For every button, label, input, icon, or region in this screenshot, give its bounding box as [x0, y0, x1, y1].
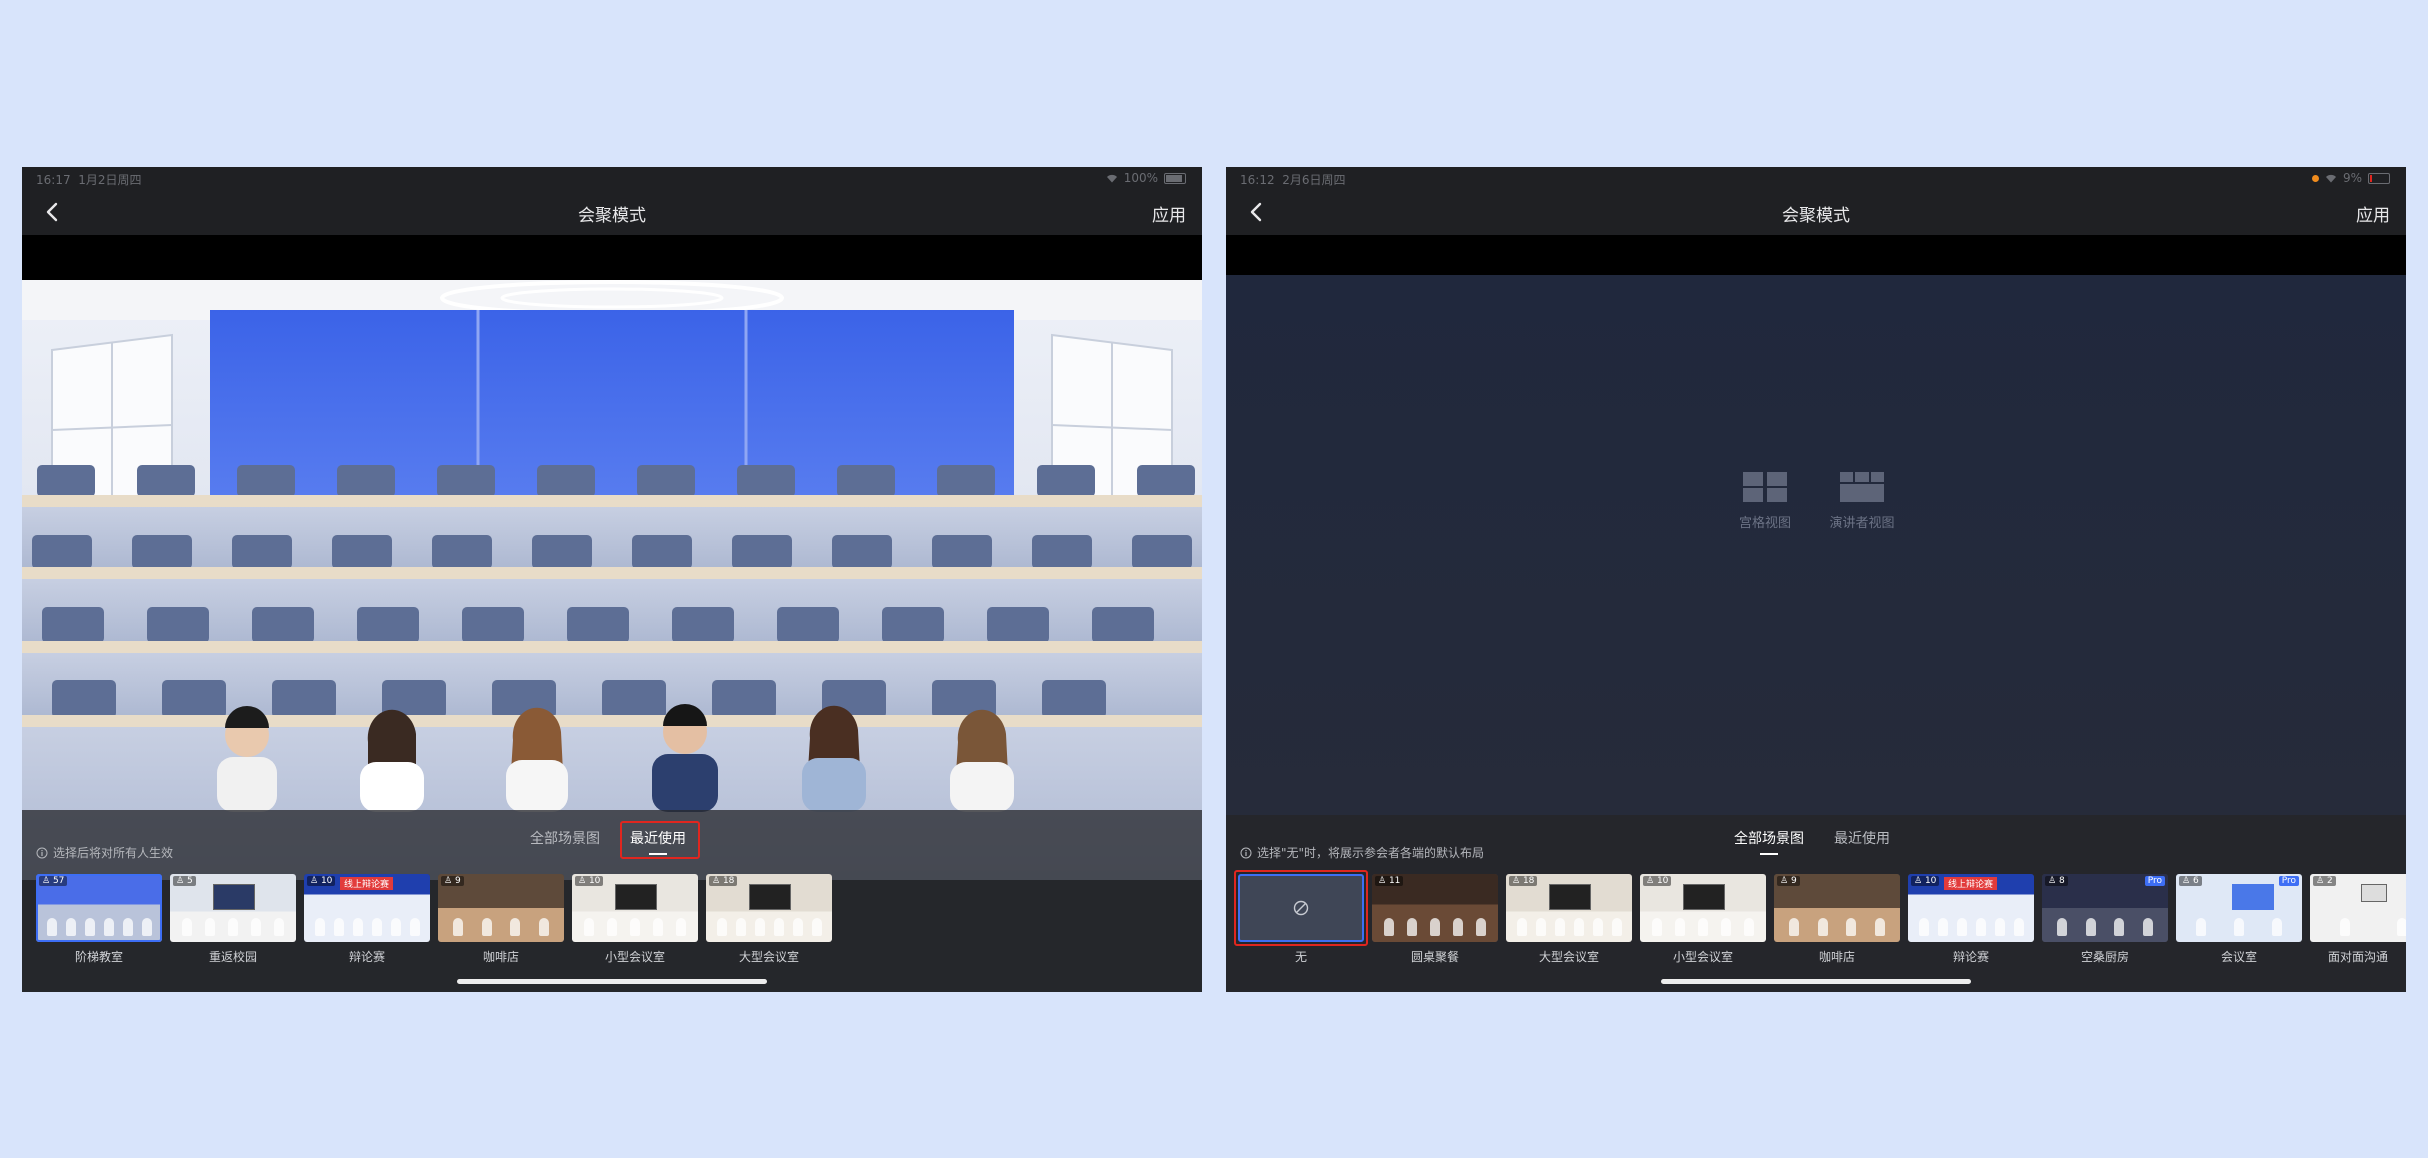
tab-all-scenes[interactable]: 全部场景图: [530, 828, 600, 848]
scene-thumb-large-meeting-room[interactable]: ♙ 18: [1506, 874, 1632, 942]
page-title: 会聚模式: [1782, 206, 1850, 226]
scene-thumb-cafe[interactable]: ♙ 9: [438, 874, 564, 942]
pro-badge: Pro: [2144, 876, 2165, 886]
battery-percent: 9%: [2342, 171, 2362, 185]
apply-button[interactable]: 应用: [2356, 201, 2390, 226]
scene-strip: 无 ♙ 11 圆桌聚餐 ♙ 18 大型会议室 ♙ 10 小型会议室 ♙ 9 咖啡…: [1226, 870, 2406, 974]
scene-strip: ♙ 57 阶梯教室 ♙ 5 重返校园 线上辩论赛 ♙ 10 辩论赛 ♙ 9 咖啡…: [22, 874, 1202, 974]
scene-label: 小型会议室: [604, 950, 665, 964]
home-indicator: [457, 979, 767, 984]
scene-thumb-small-meeting-room[interactable]: ♙ 10: [1640, 874, 1766, 942]
scene-thumb-debate[interactable]: 线上辩论赛 ♙ 10: [304, 874, 430, 942]
scene-label: 会议室: [2220, 950, 2257, 964]
ipad-screen-recent: 16:17 1月2日周四 100% 会聚模式 应用 全部场景图 最近使用 选择后…: [22, 167, 1202, 992]
tab-recent[interactable]: 最近使用: [1834, 828, 1890, 848]
apply-button[interactable]: 应用: [1152, 201, 1186, 226]
scene-thumb-large-meeting-room[interactable]: ♙ 18: [706, 874, 832, 942]
scene-thumb-round-table-dinner[interactable]: ♙ 11: [1372, 874, 1498, 942]
tab-all-scenes[interactable]: 全部场景图: [1734, 828, 1804, 855]
scene-label: 辩论赛: [1952, 950, 1989, 964]
scene-label: 咖啡店: [482, 950, 519, 964]
status-time: 16:17 1月2日周四: [36, 173, 142, 187]
scene-thumb-back-to-school[interactable]: ♙ 5: [170, 874, 296, 942]
hint-text: 选择后将对所有人生效: [36, 844, 173, 861]
pro-badge: Pro: [2278, 876, 2299, 886]
scene-label: 面对面沟通: [2327, 950, 2388, 964]
debate-banner: 线上辩论赛: [1944, 877, 1998, 890]
scene-thumb-kitchen[interactable]: ♙ 8 Pro: [2042, 874, 2168, 942]
layout-option-grid[interactable]: 宫格视图: [1725, 470, 1805, 531]
scene-label: 大型会议室: [1538, 950, 1599, 964]
wifi-icon: [1106, 174, 1117, 182]
scene-label: 空桑厨房: [2080, 950, 2129, 964]
scene-label: 咖啡店: [1818, 950, 1855, 964]
scene-thumb-debate[interactable]: 线上辩论赛 ♙ 10: [1908, 874, 2034, 942]
grid-view-icon: [1743, 472, 1787, 502]
battery-icon: [2368, 172, 2390, 184]
highlight-box-none-scene: [1234, 870, 1368, 946]
scene-label: 辩论赛: [348, 950, 385, 964]
scene-label: 无: [1294, 950, 1307, 964]
lecture-hall-illustration: [22, 280, 1202, 880]
selected-scene-outline: [36, 874, 162, 942]
scene-tabs: 全部场景图 最近使用: [22, 822, 1202, 855]
scene-thumb-conference-room[interactable]: ♙ 6 Pro: [2176, 874, 2302, 942]
default-layout-preview: 宫格视图 演讲者视图: [1226, 275, 2406, 815]
status-bar: 16:12 2月6日周四 9%: [1226, 167, 2406, 189]
scene-thumb-face-to-face[interactable]: ♙ 2: [2310, 874, 2406, 942]
highlight-box-recent-tab: [620, 821, 700, 859]
scene-label: 大型会议室: [738, 950, 799, 964]
page-title: 会聚模式: [578, 206, 646, 226]
home-indicator: [1661, 979, 1971, 984]
scene-label: 阶梯教室: [74, 950, 123, 964]
layout-option-speaker[interactable]: 演讲者视图: [1822, 470, 1902, 531]
speaker-view-icon: [1840, 472, 1884, 502]
nav-bar: 会聚模式 应用: [22, 189, 1202, 235]
status-time: 16:12 2月6日周四: [1240, 173, 1346, 187]
top-letterbox: [22, 235, 1202, 280]
debate-banner: 线上辩论赛: [340, 877, 394, 890]
ipad-screen-all-scenes: 16:12 2月6日周四 9% 会聚模式 应用 宫格视图 演讲者视图 全部场景图…: [1226, 167, 2406, 992]
info-icon: [36, 847, 48, 858]
scene-label: 小型会议室: [1672, 950, 1733, 964]
scene-thumb-cafe[interactable]: ♙ 9: [1774, 874, 1900, 942]
wifi-icon: [2325, 174, 2336, 182]
hint-text: 选择"无"时，将展示参会者各端的默认布局: [1240, 844, 1484, 861]
nav-bar: 会聚模式 应用: [1226, 189, 2406, 235]
recording-indicator-icon: [2311, 174, 2319, 182]
battery-icon: [1164, 172, 1186, 184]
battery-percent: 100%: [1123, 171, 1158, 185]
info-icon: [1240, 847, 1252, 858]
scene-label: 圆桌聚餐: [1410, 950, 1459, 964]
scene-thumb-small-meeting-room[interactable]: ♙ 10: [572, 874, 698, 942]
status-bar: 16:17 1月2日周四 100%: [22, 167, 1202, 189]
scene-label: 重返校园: [208, 950, 257, 964]
top-letterbox: [1226, 235, 2406, 275]
scene-preview-lecture-hall: [22, 280, 1202, 880]
